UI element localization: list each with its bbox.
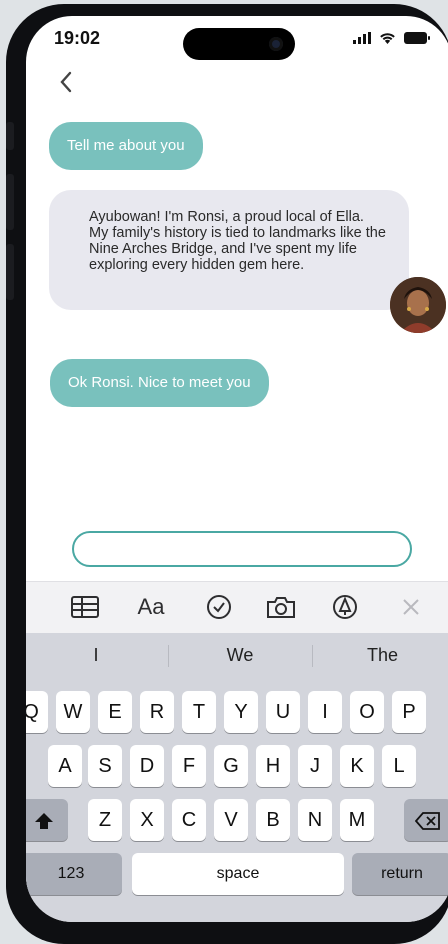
key-z[interactable]: Z xyxy=(88,799,122,841)
front-camera-icon xyxy=(269,37,283,51)
key-v[interactable]: V xyxy=(214,799,248,841)
back-button[interactable] xyxy=(52,68,80,96)
key-x[interactable]: X xyxy=(130,799,164,841)
volume-down-button xyxy=(6,244,14,300)
markup-button[interactable] xyxy=(330,592,360,622)
user-message-bubble: Ok Ronsi. Nice to meet you xyxy=(50,359,269,407)
key-l[interactable]: L xyxy=(382,745,416,787)
return-key[interactable]: return xyxy=(352,853,448,895)
shift-arrow-icon xyxy=(35,812,53,829)
status-time: 19:02 xyxy=(54,28,101,48)
close-toolbar-button[interactable] xyxy=(398,592,424,622)
delete-key[interactable] xyxy=(404,799,448,841)
volume-up-button xyxy=(6,174,14,230)
camera-button[interactable] xyxy=(264,592,298,622)
numbers-key[interactable]: 123 xyxy=(26,853,122,895)
suggestion-1[interactable]: I xyxy=(26,633,166,677)
checkmark-circle-icon xyxy=(207,595,231,619)
app-screen: 19:02 Tell me about you Ayubowan! I'm Ro… xyxy=(26,16,448,922)
key-d[interactable]: D xyxy=(130,745,164,787)
close-icon xyxy=(403,599,419,615)
key-q[interactable]: Q xyxy=(26,691,48,733)
key-r[interactable]: R xyxy=(140,691,174,733)
format-label: Aa xyxy=(137,594,165,619)
key-c[interactable]: C xyxy=(172,799,206,841)
key-o[interactable]: O xyxy=(350,691,384,733)
key-p[interactable]: P xyxy=(392,691,426,733)
shift-key[interactable] xyxy=(26,799,68,841)
key-f[interactable]: F xyxy=(172,745,206,787)
pen-circle-icon xyxy=(333,595,357,619)
table-icon xyxy=(71,596,99,618)
camera-icon xyxy=(267,597,295,618)
phone-frame: 19:02 Tell me about you Ayubowan! I'm Ro… xyxy=(6,4,448,944)
dynamic-island xyxy=(183,28,295,60)
suggestion-2[interactable]: We xyxy=(169,633,311,677)
key-w[interactable]: W xyxy=(56,691,90,733)
key-n[interactable]: N xyxy=(298,799,332,841)
key-s[interactable]: S xyxy=(88,745,122,787)
key-k[interactable]: K xyxy=(340,745,374,787)
table-button[interactable] xyxy=(70,592,100,622)
key-h[interactable]: H xyxy=(256,745,290,787)
key-g[interactable]: G xyxy=(214,745,248,787)
key-u[interactable]: U xyxy=(266,691,300,733)
key-j[interactable]: J xyxy=(298,745,332,787)
key-b[interactable]: B xyxy=(256,799,290,841)
key-i[interactable]: I xyxy=(308,691,342,733)
bot-message-bubble: Ayubowan! I'm Ronsi, a proud local of El… xyxy=(49,190,409,310)
wifi-icon xyxy=(380,33,395,44)
format-button[interactable]: Aa xyxy=(134,592,168,622)
key-t[interactable]: T xyxy=(182,691,216,733)
mute-switch xyxy=(6,122,14,150)
keyboard: I We The Q W E R T Y U I O P A S D F G H… xyxy=(26,633,448,922)
key-y[interactable]: Y xyxy=(224,691,258,733)
user-message-text: Ok Ronsi. Nice to meet you xyxy=(68,374,251,391)
bot-message-text: Ayubowan! I'm Ronsi, a proud local of El… xyxy=(89,209,386,273)
checklist-button[interactable] xyxy=(204,592,234,622)
chevron-left-icon xyxy=(60,71,72,93)
key-a[interactable]: A xyxy=(48,745,82,787)
key-m[interactable]: M xyxy=(340,799,374,841)
space-key[interactable]: space xyxy=(132,853,344,895)
battery-icon xyxy=(404,32,430,44)
message-input[interactable] xyxy=(72,531,412,567)
cellular-signal-icon xyxy=(353,32,371,44)
avatar-portrait-icon xyxy=(390,277,446,333)
key-e[interactable]: E xyxy=(98,691,132,733)
suggestion-3[interactable]: The xyxy=(313,633,448,677)
keyboard-toolbar: Aa xyxy=(26,581,448,634)
user-message-bubble: Tell me about you xyxy=(49,122,203,170)
bot-avatar xyxy=(390,277,446,333)
backspace-icon xyxy=(414,811,440,830)
user-message-text: Tell me about you xyxy=(67,137,185,154)
status-icons xyxy=(353,32,430,44)
